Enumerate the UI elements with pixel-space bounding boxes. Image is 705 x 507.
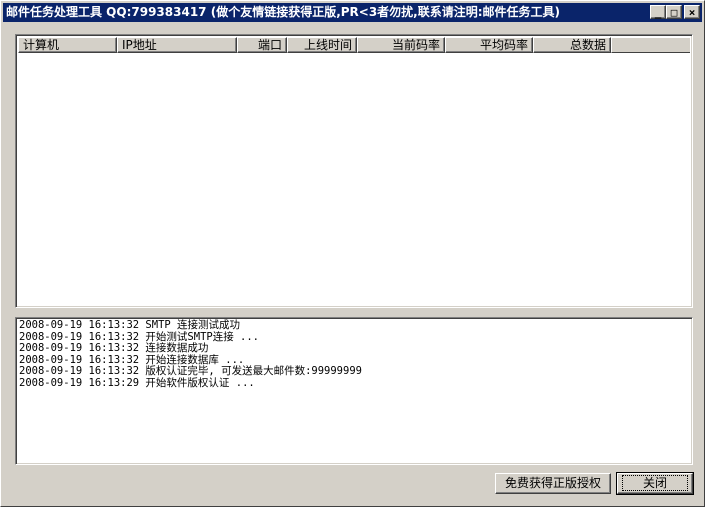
title-bar[interactable]: 邮件任务处理工具 QQ:799383417 (做个友情链接获得正版,PR<3者勿…: [3, 3, 702, 22]
column-header-current-rate[interactable]: 当前码率: [357, 37, 445, 53]
close-button-label: 关闭: [621, 475, 688, 491]
minimize-button[interactable]: _: [650, 5, 666, 19]
column-header-average-rate[interactable]: 平均码率: [445, 37, 533, 53]
log-line: 2008-09-19 16:13:32 SMTP 连接测试成功: [19, 319, 241, 331]
list-header: 计算机 IP地址 端口 上线时间 当前码率 平均码率 总数据: [18, 37, 690, 53]
column-header-computer[interactable]: 计算机: [18, 37, 117, 53]
log-textbox[interactable]: 2008-09-19 16:13:32 SMTP 连接测试成功 2008-09-…: [15, 317, 693, 465]
log-line: 2008-09-19 16:13:29 开始软件版权认证 ...: [19, 376, 255, 389]
log-line: 2008-09-19 16:13:32 连接数据成功: [19, 342, 209, 354]
main-window: 邮件任务处理工具 QQ:799383417 (做个友情链接获得正版,PR<3者勿…: [0, 0, 705, 507]
close-window-button[interactable]: ×: [684, 5, 700, 19]
close-icon: ×: [688, 5, 696, 19]
column-header-online-time[interactable]: 上线时间: [287, 37, 357, 53]
close-button[interactable]: 关闭: [616, 472, 694, 495]
column-header-port[interactable]: 端口: [237, 37, 287, 53]
free-license-button[interactable]: 免费获得正版授权: [495, 473, 611, 494]
minimize-icon: _: [654, 5, 662, 19]
connections-list[interactable]: 计算机 IP地址 端口 上线时间 当前码率 平均码率 总数据: [15, 34, 693, 308]
maximize-icon: □: [670, 5, 678, 19]
column-header-ip[interactable]: IP地址: [117, 37, 237, 53]
maximize-button[interactable]: □: [666, 5, 682, 19]
log-line: 2008-09-19 16:13:32 版权认证完毕, 可发送最大邮件数:999…: [19, 365, 362, 377]
window-title: 邮件任务处理工具 QQ:799383417 (做个友情链接获得正版,PR<3者勿…: [6, 5, 561, 19]
column-header-total-data[interactable]: 总数据: [533, 37, 611, 53]
column-header-filler: [611, 37, 690, 53]
